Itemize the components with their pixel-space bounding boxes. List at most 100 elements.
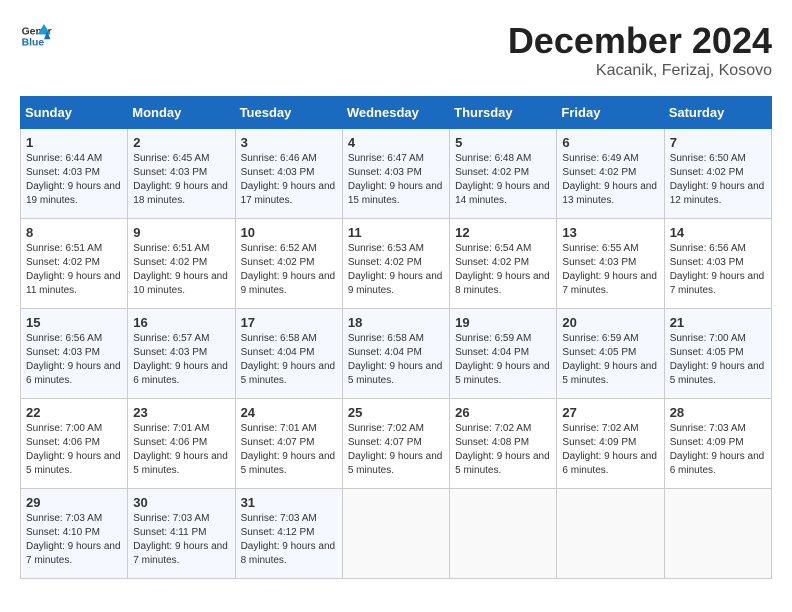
day-info: Sunrise: 6:50 AMSunset: 4:02 PMDaylight:… bbox=[670, 153, 765, 206]
day-info: Sunrise: 7:01 AMSunset: 4:06 PMDaylight:… bbox=[133, 423, 228, 476]
day-number: 2 bbox=[133, 135, 229, 150]
day-info: Sunrise: 6:56 AMSunset: 4:03 PMDaylight:… bbox=[26, 333, 121, 386]
day-number: 22 bbox=[26, 405, 122, 420]
week-row-1: 1 Sunrise: 6:44 AMSunset: 4:03 PMDayligh… bbox=[21, 129, 772, 219]
day-number: 8 bbox=[26, 225, 122, 240]
day-number: 5 bbox=[455, 135, 551, 150]
day-info: Sunrise: 6:48 AMSunset: 4:02 PMDaylight:… bbox=[455, 153, 550, 206]
day-cell: 13 Sunrise: 6:55 AMSunset: 4:03 PMDaylig… bbox=[557, 219, 664, 309]
day-number: 11 bbox=[348, 225, 444, 240]
calendar-subtitle: Kacanik, Ferizaj, Kosovo bbox=[508, 62, 772, 80]
day-cell: 20 Sunrise: 6:59 AMSunset: 4:05 PMDaylig… bbox=[557, 309, 664, 399]
day-cell: 26 Sunrise: 7:02 AMSunset: 4:08 PMDaylig… bbox=[450, 399, 557, 489]
day-cell: 8 Sunrise: 6:51 AMSunset: 4:02 PMDayligh… bbox=[21, 219, 128, 309]
title-block: December 2024 Kacanik, Ferizaj, Kosovo bbox=[508, 20, 772, 80]
day-cell: 27 Sunrise: 7:02 AMSunset: 4:09 PMDaylig… bbox=[557, 399, 664, 489]
day-info: Sunrise: 6:59 AMSunset: 4:04 PMDaylight:… bbox=[455, 333, 550, 386]
day-info: Sunrise: 6:56 AMSunset: 4:03 PMDaylight:… bbox=[670, 243, 765, 296]
day-cell: 18 Sunrise: 6:58 AMSunset: 4:04 PMDaylig… bbox=[342, 309, 449, 399]
day-number: 12 bbox=[455, 225, 551, 240]
day-cell: 2 Sunrise: 6:45 AMSunset: 4:03 PMDayligh… bbox=[128, 129, 235, 219]
day-number: 21 bbox=[670, 315, 766, 330]
day-info: Sunrise: 6:53 AMSunset: 4:02 PMDaylight:… bbox=[348, 243, 443, 296]
day-info: Sunrise: 6:59 AMSunset: 4:05 PMDaylight:… bbox=[562, 333, 657, 386]
header-cell-wednesday: Wednesday bbox=[342, 97, 449, 129]
logo: General Blue bbox=[20, 20, 52, 52]
calendar-table: SundayMondayTuesdayWednesdayThursdayFrid… bbox=[20, 96, 772, 579]
page-header: General Blue December 2024 Kacanik, Feri… bbox=[20, 20, 772, 80]
svg-text:Blue: Blue bbox=[22, 38, 45, 49]
day-cell: 25 Sunrise: 7:02 AMSunset: 4:07 PMDaylig… bbox=[342, 399, 449, 489]
header-cell-tuesday: Tuesday bbox=[235, 97, 342, 129]
day-cell: 19 Sunrise: 6:59 AMSunset: 4:04 PMDaylig… bbox=[450, 309, 557, 399]
day-number: 3 bbox=[241, 135, 337, 150]
day-cell: 14 Sunrise: 6:56 AMSunset: 4:03 PMDaylig… bbox=[664, 219, 771, 309]
calendar-title: December 2024 bbox=[508, 20, 772, 62]
header-cell-friday: Friday bbox=[557, 97, 664, 129]
day-number: 1 bbox=[26, 135, 122, 150]
day-info: Sunrise: 7:00 AMSunset: 4:06 PMDaylight:… bbox=[26, 423, 121, 476]
day-number: 28 bbox=[670, 405, 766, 420]
logo-icon: General Blue bbox=[20, 20, 52, 52]
day-number: 29 bbox=[26, 495, 122, 510]
day-cell: 21 Sunrise: 7:00 AMSunset: 4:05 PMDaylig… bbox=[664, 309, 771, 399]
day-cell: 30 Sunrise: 7:03 AMSunset: 4:11 PMDaylig… bbox=[128, 489, 235, 579]
day-cell: 28 Sunrise: 7:03 AMSunset: 4:09 PMDaylig… bbox=[664, 399, 771, 489]
day-number: 4 bbox=[348, 135, 444, 150]
day-info: Sunrise: 7:03 AMSunset: 4:10 PMDaylight:… bbox=[26, 513, 121, 566]
day-number: 6 bbox=[562, 135, 658, 150]
day-info: Sunrise: 7:01 AMSunset: 4:07 PMDaylight:… bbox=[241, 423, 336, 476]
day-cell: 1 Sunrise: 6:44 AMSunset: 4:03 PMDayligh… bbox=[21, 129, 128, 219]
day-cell bbox=[450, 489, 557, 579]
day-number: 17 bbox=[241, 315, 337, 330]
day-number: 25 bbox=[348, 405, 444, 420]
day-cell bbox=[664, 489, 771, 579]
day-cell: 9 Sunrise: 6:51 AMSunset: 4:02 PMDayligh… bbox=[128, 219, 235, 309]
header-cell-saturday: Saturday bbox=[664, 97, 771, 129]
week-row-4: 22 Sunrise: 7:00 AMSunset: 4:06 PMDaylig… bbox=[21, 399, 772, 489]
day-info: Sunrise: 6:44 AMSunset: 4:03 PMDaylight:… bbox=[26, 153, 121, 206]
header-cell-monday: Monday bbox=[128, 97, 235, 129]
day-cell: 31 Sunrise: 7:03 AMSunset: 4:12 PMDaylig… bbox=[235, 489, 342, 579]
day-number: 9 bbox=[133, 225, 229, 240]
day-cell: 16 Sunrise: 6:57 AMSunset: 4:03 PMDaylig… bbox=[128, 309, 235, 399]
day-cell bbox=[557, 489, 664, 579]
week-row-3: 15 Sunrise: 6:56 AMSunset: 4:03 PMDaylig… bbox=[21, 309, 772, 399]
day-cell: 3 Sunrise: 6:46 AMSunset: 4:03 PMDayligh… bbox=[235, 129, 342, 219]
day-number: 26 bbox=[455, 405, 551, 420]
day-cell: 11 Sunrise: 6:53 AMSunset: 4:02 PMDaylig… bbox=[342, 219, 449, 309]
day-number: 31 bbox=[241, 495, 337, 510]
day-info: Sunrise: 6:46 AMSunset: 4:03 PMDaylight:… bbox=[241, 153, 336, 206]
day-info: Sunrise: 7:03 AMSunset: 4:09 PMDaylight:… bbox=[670, 423, 765, 476]
day-info: Sunrise: 7:02 AMSunset: 4:07 PMDaylight:… bbox=[348, 423, 443, 476]
day-cell: 12 Sunrise: 6:54 AMSunset: 4:02 PMDaylig… bbox=[450, 219, 557, 309]
day-info: Sunrise: 7:00 AMSunset: 4:05 PMDaylight:… bbox=[670, 333, 765, 386]
day-number: 20 bbox=[562, 315, 658, 330]
day-number: 14 bbox=[670, 225, 766, 240]
day-number: 30 bbox=[133, 495, 229, 510]
week-row-2: 8 Sunrise: 6:51 AMSunset: 4:02 PMDayligh… bbox=[21, 219, 772, 309]
day-cell: 5 Sunrise: 6:48 AMSunset: 4:02 PMDayligh… bbox=[450, 129, 557, 219]
day-info: Sunrise: 6:51 AMSunset: 4:02 PMDaylight:… bbox=[26, 243, 121, 296]
day-info: Sunrise: 7:03 AMSunset: 4:11 PMDaylight:… bbox=[133, 513, 228, 566]
day-info: Sunrise: 6:57 AMSunset: 4:03 PMDaylight:… bbox=[133, 333, 228, 386]
day-cell: 10 Sunrise: 6:52 AMSunset: 4:02 PMDaylig… bbox=[235, 219, 342, 309]
day-cell: 29 Sunrise: 7:03 AMSunset: 4:10 PMDaylig… bbox=[21, 489, 128, 579]
day-cell: 17 Sunrise: 6:58 AMSunset: 4:04 PMDaylig… bbox=[235, 309, 342, 399]
day-cell: 7 Sunrise: 6:50 AMSunset: 4:02 PMDayligh… bbox=[664, 129, 771, 219]
day-number: 7 bbox=[670, 135, 766, 150]
day-number: 15 bbox=[26, 315, 122, 330]
day-cell: 4 Sunrise: 6:47 AMSunset: 4:03 PMDayligh… bbox=[342, 129, 449, 219]
header-cell-sunday: Sunday bbox=[21, 97, 128, 129]
day-info: Sunrise: 7:02 AMSunset: 4:08 PMDaylight:… bbox=[455, 423, 550, 476]
week-row-5: 29 Sunrise: 7:03 AMSunset: 4:10 PMDaylig… bbox=[21, 489, 772, 579]
day-number: 18 bbox=[348, 315, 444, 330]
day-cell: 15 Sunrise: 6:56 AMSunset: 4:03 PMDaylig… bbox=[21, 309, 128, 399]
day-info: Sunrise: 6:52 AMSunset: 4:02 PMDaylight:… bbox=[241, 243, 336, 296]
day-info: Sunrise: 6:49 AMSunset: 4:02 PMDaylight:… bbox=[562, 153, 657, 206]
day-info: Sunrise: 6:54 AMSunset: 4:02 PMDaylight:… bbox=[455, 243, 550, 296]
day-number: 23 bbox=[133, 405, 229, 420]
day-info: Sunrise: 6:47 AMSunset: 4:03 PMDaylight:… bbox=[348, 153, 443, 206]
day-cell: 24 Sunrise: 7:01 AMSunset: 4:07 PMDaylig… bbox=[235, 399, 342, 489]
header-cell-thursday: Thursday bbox=[450, 97, 557, 129]
